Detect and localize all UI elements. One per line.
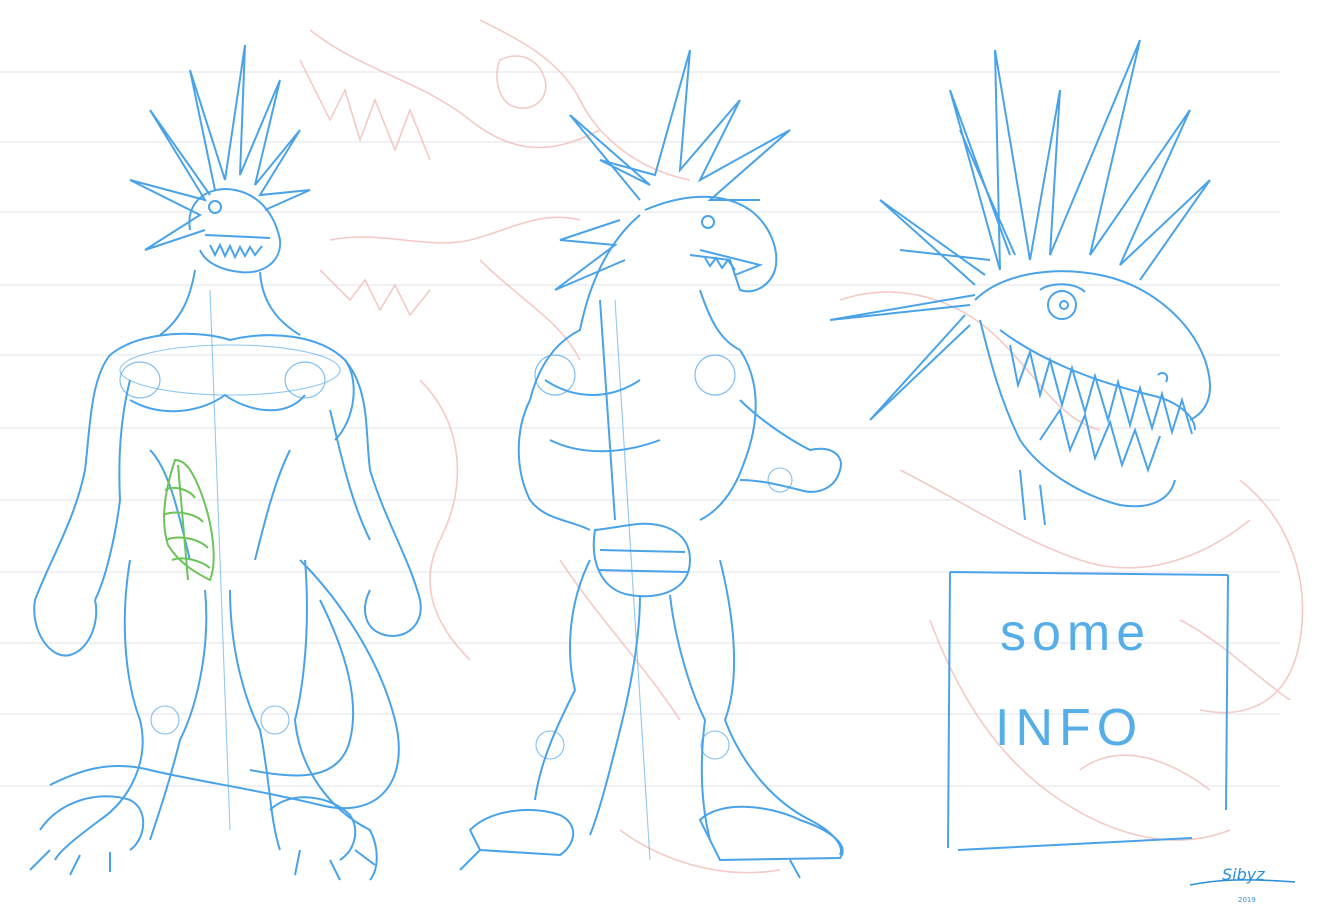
signature-year: 2019 — [1238, 896, 1256, 904]
artist-signature: Sibyz 2019 — [1189, 865, 1296, 904]
character-sheet-canvas: some INFO Sibyz 2019 — [0, 19, 1304, 904]
info-box-line1: some — [1000, 604, 1151, 662]
front-view-figure — [29, 44, 422, 881]
info-box: some INFO — [947, 571, 1229, 851]
signature-name: Sibyz — [1222, 865, 1265, 884]
info-box-line2: INFO — [995, 699, 1143, 757]
green-belly-plates — [162, 458, 215, 582]
back-view-figure — [459, 49, 844, 879]
head-closeup-sketch — [829, 39, 1211, 526]
